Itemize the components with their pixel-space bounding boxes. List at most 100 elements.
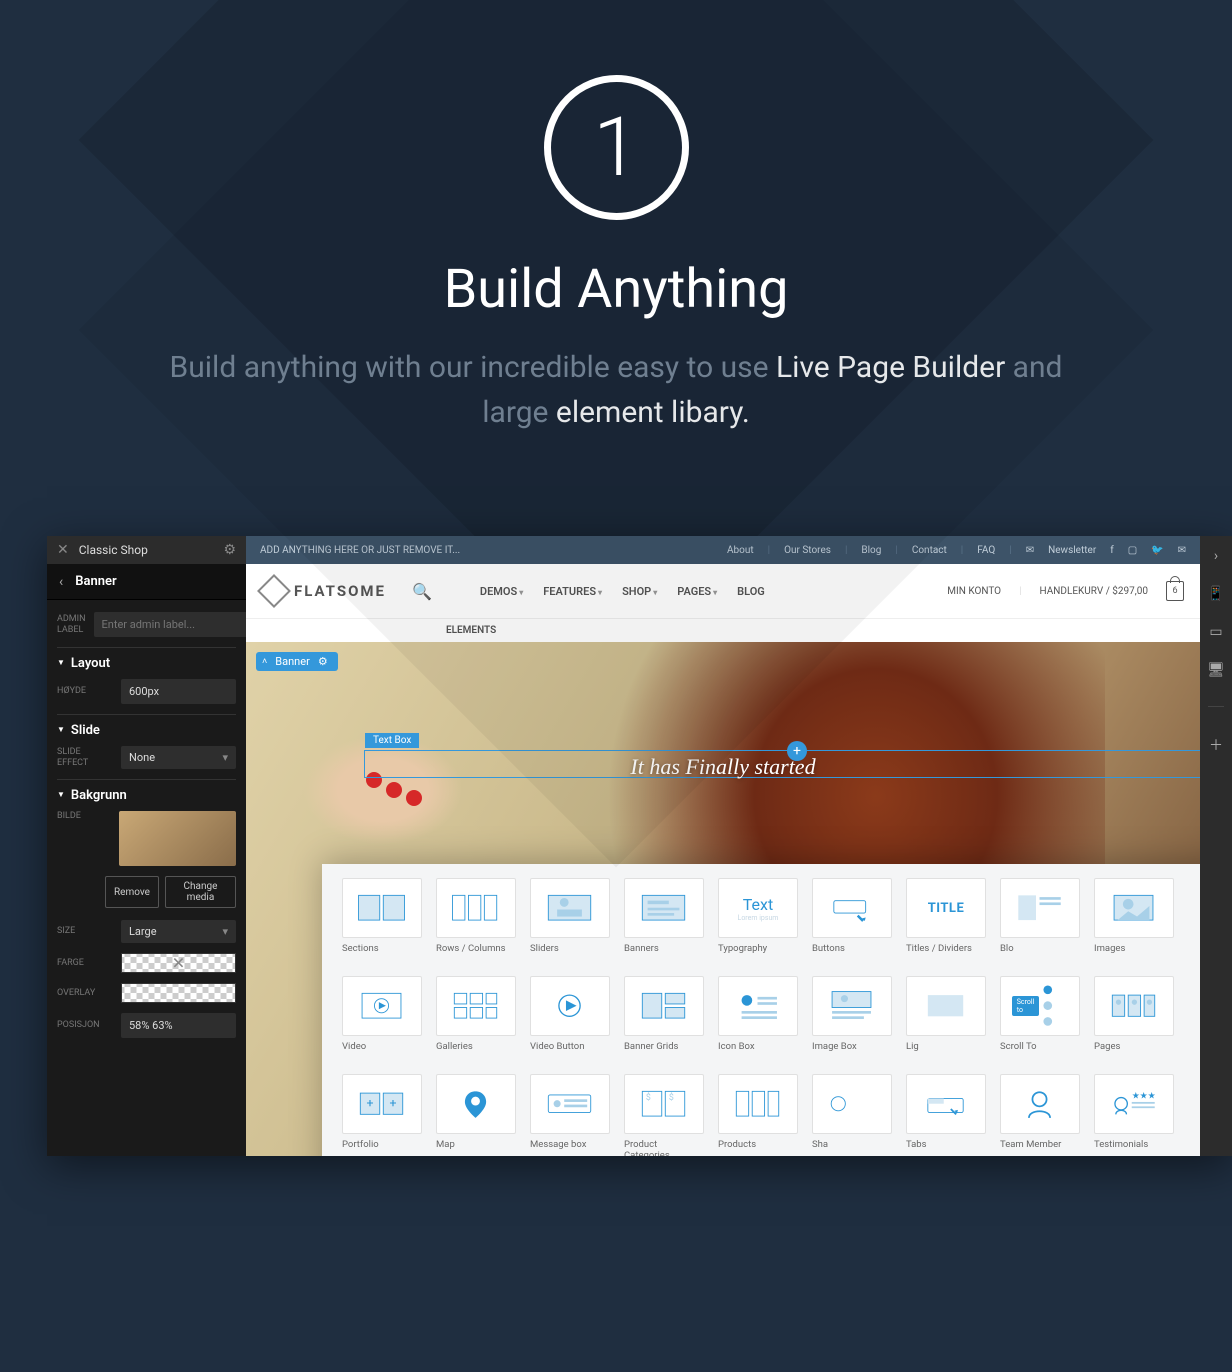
instagram-icon[interactable]: ▢	[1128, 545, 1137, 556]
section-slide[interactable]: Slide	[57, 714, 236, 746]
library-card[interactable]: Image Box	[812, 976, 892, 1060]
mail-icon[interactable]: ✉	[1026, 545, 1034, 556]
library-label: Buttons	[812, 938, 892, 962]
tablet-icon[interactable]: ▭	[1209, 624, 1222, 640]
svg-text:+: +	[367, 1098, 374, 1112]
library-card[interactable]: Sha	[812, 1074, 892, 1156]
library-card[interactable]: $$Product Categories	[624, 1074, 704, 1156]
account-link[interactable]: MIN KONTO	[947, 586, 1001, 597]
facebook-icon[interactable]: f	[1110, 545, 1113, 556]
close-icon[interactable]: ✕	[57, 542, 69, 558]
library-card[interactable]: Sliders	[530, 878, 610, 962]
library-card[interactable]: TITLETitles / Dividers	[906, 878, 986, 962]
library-thumb-icon	[1094, 976, 1174, 1036]
library-card[interactable]: Scroll toScroll To	[1000, 976, 1080, 1060]
library-card[interactable]: Blo	[1000, 878, 1080, 962]
slide-effect-label: SLIDE EFFECT	[57, 747, 113, 769]
library-thumb-icon: Scroll to	[1000, 976, 1080, 1036]
library-card[interactable]: TextLorem ipsumTypography	[718, 878, 798, 962]
library-card[interactable]: Video	[342, 976, 422, 1060]
newsletter-link[interactable]: Newsletter	[1048, 545, 1096, 556]
library-label: Lig	[906, 1036, 986, 1060]
library-thumb-icon: ++	[342, 1074, 422, 1134]
library-card[interactable]: Buttons	[812, 878, 892, 962]
topbar-link[interactable]: Blog	[861, 545, 881, 556]
topbar-link[interactable]: Contact	[912, 545, 947, 556]
chevron-up-icon[interactable]: ˄	[262, 656, 267, 667]
farge-swatch[interactable]	[121, 953, 236, 973]
svg-text:$: $	[669, 1092, 674, 1103]
library-card[interactable]: Lig	[906, 976, 986, 1060]
library-card[interactable]: ★★★Testimonials	[1094, 1074, 1174, 1156]
library-thumb-icon	[812, 878, 892, 938]
overlay-swatch[interactable]	[121, 983, 236, 1003]
admin-label: ADMIN LABEL	[57, 614, 86, 636]
nav-pages[interactable]: PAGES	[677, 585, 717, 598]
topbar-link[interactable]: About	[727, 545, 754, 556]
library-card[interactable]: Products	[718, 1074, 798, 1156]
section-bakgrunn[interactable]: Bakgrunn	[57, 779, 236, 811]
library-card[interactable]: Banners	[624, 878, 704, 962]
plus-icon[interactable]: ＋	[1209, 735, 1223, 755]
library-card[interactable]: Sections	[342, 878, 422, 962]
subnav-elements[interactable]: ELEMENTS	[246, 619, 1200, 642]
gear-icon[interactable]: ⚙	[318, 655, 328, 668]
topbar-link[interactable]: FAQ	[977, 545, 995, 556]
twitter-icon[interactable]: 🐦	[1151, 545, 1163, 556]
library-label: Galleries	[436, 1036, 516, 1060]
library-card[interactable]: Galleries	[436, 976, 516, 1060]
library-card[interactable]: Video Button	[530, 976, 610, 1060]
admin-label-input[interactable]	[94, 612, 246, 637]
nav-shop[interactable]: SHOP	[622, 585, 657, 598]
remove-button[interactable]: Remove	[105, 876, 159, 908]
gear-icon[interactable]: ⚙	[223, 542, 236, 558]
library-card[interactable]: Pages	[1094, 976, 1174, 1060]
library-label: Banners	[624, 938, 704, 962]
mail-icon[interactable]: ✉	[1178, 545, 1186, 556]
canvas[interactable]: ˄ Banner ⚙ Text Box + It has Finally sta…	[246, 642, 1200, 1156]
library-card[interactable]: Banner Grids	[624, 976, 704, 1060]
library-thumb-icon	[812, 1074, 892, 1134]
library-card[interactable]: Message box	[530, 1074, 610, 1156]
brand-logo[interactable]: FLATSOME	[262, 579, 386, 603]
section-layout[interactable]: Layout	[57, 647, 236, 679]
site-header: FLATSOME 🔍 DEMOS FEATURES SHOP PAGES BLO…	[246, 564, 1200, 619]
library-card[interactable]: Rows / Columns	[436, 878, 516, 962]
library-label: Testimonials	[1094, 1134, 1174, 1156]
library-thumb-icon: TextLorem ipsum	[718, 878, 798, 938]
library-thumb-icon	[436, 1074, 516, 1134]
library-thumb-icon	[436, 878, 516, 938]
library-label: Sha	[812, 1134, 892, 1156]
topbar-link[interactable]: Our Stores	[784, 545, 831, 556]
nav-demos[interactable]: DEMOS	[480, 585, 523, 598]
library-card[interactable]: Map	[436, 1074, 516, 1156]
library-thumb-icon	[530, 1074, 610, 1134]
size-select[interactable]: Large	[121, 920, 236, 943]
cart-link[interactable]: HANDLEKURV / $297,00	[1040, 586, 1148, 597]
posisjon-input[interactable]: 58% 63%	[121, 1013, 236, 1038]
mobile-icon[interactable]: 📱	[1207, 586, 1224, 602]
nav-blog[interactable]: BLOG	[737, 585, 765, 598]
back-icon[interactable]: ‹	[59, 574, 63, 590]
library-card[interactable]: ++Portfolio	[342, 1074, 422, 1156]
library-thumb-icon	[624, 878, 704, 938]
library-card[interactable]: Team Member	[1000, 1074, 1080, 1156]
library-label: Team Member	[1000, 1134, 1080, 1156]
chevron-right-icon[interactable]: ›	[1214, 548, 1218, 564]
slide-effect-select[interactable]: None	[121, 746, 236, 769]
bilde-thumbnail[interactable]	[119, 811, 236, 866]
nav-features[interactable]: FEATURES	[543, 585, 602, 598]
library-thumb-icon	[718, 976, 798, 1036]
library-thumb-icon	[530, 878, 610, 938]
library-card[interactable]: Icon Box	[718, 976, 798, 1060]
library-label: Products	[718, 1134, 798, 1156]
library-card[interactable]: Images	[1094, 878, 1174, 962]
desktop-icon[interactable]: 🖥	[1207, 662, 1225, 678]
change-media-button[interactable]: Change media	[165, 876, 236, 908]
hoyde-input[interactable]: 600px	[121, 679, 236, 704]
library-card[interactable]: Tabs	[906, 1074, 986, 1156]
cart-icon[interactable]: 6	[1166, 581, 1184, 601]
search-icon[interactable]: 🔍	[412, 582, 432, 601]
element-pill-banner[interactable]: ˄ Banner ⚙	[256, 652, 338, 671]
hero-title: Build Anything	[0, 258, 1232, 321]
